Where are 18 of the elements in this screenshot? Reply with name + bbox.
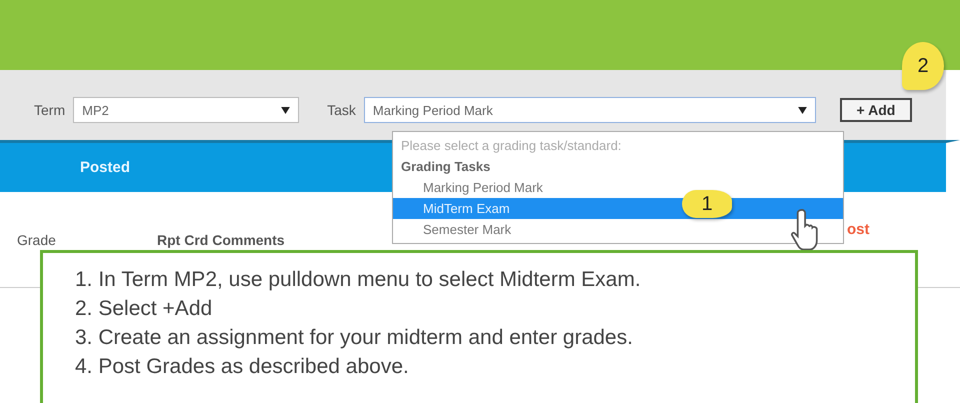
term-label: Term	[34, 102, 66, 118]
term-select[interactable]: MP2	[73, 97, 300, 123]
caret-icon	[798, 106, 807, 114]
caret-icon	[281, 106, 290, 114]
dropdown-option[interactable]: Semester Mark	[393, 219, 843, 240]
task-select[interactable]: Marking Period Mark	[364, 97, 816, 123]
instruction-step: 4. Post Grades as described above.	[75, 352, 915, 381]
instruction-step: 3. Create an assignment for your midterm and enter grades.	[75, 323, 915, 352]
task-label: Task	[327, 102, 356, 118]
column-header: Posted	[80, 159, 130, 176]
instruction-step: 2. Select +Add	[75, 294, 915, 323]
dropdown-prompt: Please select a grading task/standard:	[400, 137, 622, 155]
add-button[interactable]: + Add	[840, 98, 912, 122]
column-header: Grade	[17, 232, 57, 248]
column-header: Rpt Crd Comments	[157, 232, 286, 248]
column-header: ost	[847, 221, 870, 238]
option-group-label: Grading Tasks	[400, 158, 492, 176]
instruction-step: 1. In Term MP2, use pulldown menu to select Midterm Exam.	[75, 265, 915, 294]
